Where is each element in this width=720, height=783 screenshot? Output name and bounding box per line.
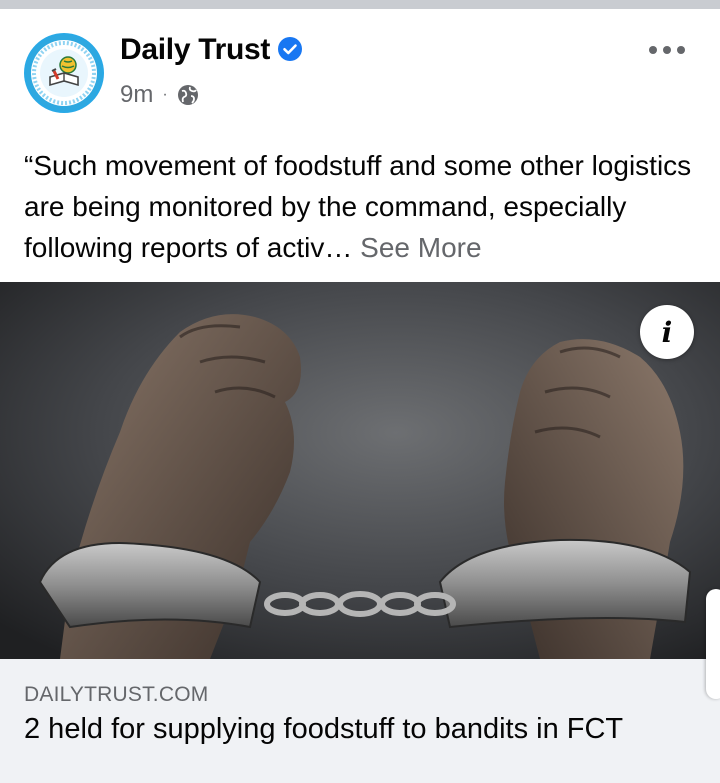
globe-icon[interactable] [177, 84, 199, 106]
page-name[interactable]: Daily Trust [120, 33, 270, 67]
daily-trust-logo-icon [26, 35, 102, 111]
post-text-content: “Such movement of foodstuff and some oth… [24, 150, 692, 263]
link-title[interactable]: 2 held for supplying foodstuff to bandit… [24, 713, 623, 746]
post-body-text: “Such movement of foodstuff and some oth… [24, 145, 704, 268]
see-more-link[interactable]: See More [360, 232, 481, 263]
post-image[interactable] [0, 282, 720, 659]
post-header: Daily Trust 9m · [0, 9, 720, 129]
verified-badge-icon [278, 37, 302, 61]
more-options-button[interactable] [644, 35, 690, 65]
post-card: Daily Trust 9m · “Such movement of foods… [0, 9, 720, 783]
more-dots-icon [649, 46, 685, 54]
feed-divider [0, 0, 720, 9]
scrollbar-handle[interactable] [706, 589, 720, 699]
page-avatar[interactable] [24, 33, 104, 113]
link-preview[interactable]: DAILYTRUST.COM 2 held for supplying food… [0, 659, 720, 783]
post-meta: 9m · [120, 81, 199, 109]
info-icon: i [661, 315, 673, 349]
post-timestamp[interactable]: 9m [120, 81, 153, 109]
image-info-button[interactable]: i [640, 305, 694, 359]
link-domain: DAILYTRUST.COM [24, 683, 209, 706]
handcuffed-hands-photo [0, 282, 720, 659]
meta-separator: · [162, 86, 168, 103]
